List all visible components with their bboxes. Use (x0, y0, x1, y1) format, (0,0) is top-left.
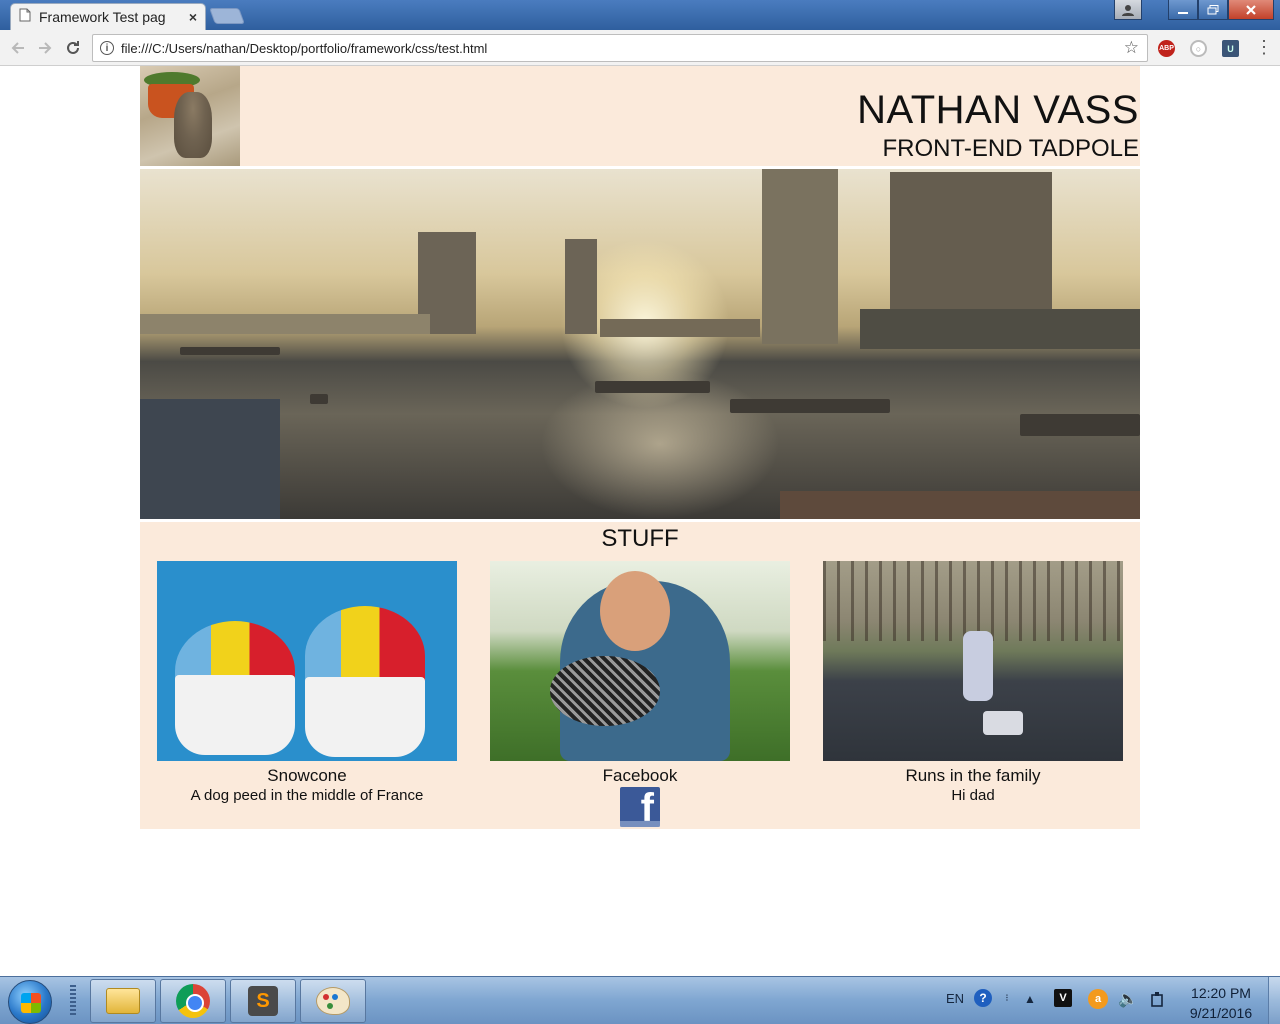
show-desktop-button[interactable] (1268, 977, 1280, 1024)
chrome-icon[interactable] (160, 979, 226, 1023)
browser-title-bar: Framework Test pag × (0, 0, 1280, 30)
v-app-tray-icon[interactable]: V (1054, 989, 1072, 1007)
taskbar-grip[interactable] (70, 985, 76, 1017)
address-bar[interactable]: i file:///C:/Users/nathan/Desktop/portfo… (92, 34, 1148, 62)
language-indicator[interactable]: EN (946, 991, 964, 1006)
adblock-plus-icon[interactable]: ABP (1158, 40, 1175, 57)
card-caption: Runs in the family (905, 766, 1041, 785)
page-icon (19, 8, 31, 27)
start-button[interactable] (8, 980, 52, 1024)
card-subtitle: A dog peed in the middle of France (190, 787, 424, 804)
bookmark-star-icon[interactable]: ☆ (1124, 38, 1139, 58)
person-holding-chicken-image (490, 561, 790, 761)
help-icon[interactable]: ? (974, 989, 992, 1007)
sublime-text-icon[interactable]: S (230, 979, 296, 1023)
restore-window-button[interactable] (1198, 0, 1228, 20)
windows-taskbar: S EN ? ⁝ ▲ V a 🔈 12:20 PM 9/21/2016 (0, 976, 1280, 1024)
info-icon[interactable]: i (100, 41, 114, 55)
clock[interactable]: 12:20 PM 9/21/2016 (1178, 983, 1264, 1023)
card-facebook: Facebook f (490, 561, 790, 832)
network-icon[interactable] (1148, 989, 1168, 1009)
url-text[interactable]: file:///C:/Users/nathan/Desktop/portfoli… (121, 41, 487, 56)
site-header: NATHAN VASS FRONT-END TADPOLE (140, 66, 1140, 166)
card-snowcone: Snowcone A dog peed in the middle of Fra… (157, 561, 457, 806)
tab-title: Framework Test pag (39, 9, 166, 25)
forward-icon[interactable] (35, 38, 55, 58)
extension-square-icon[interactable]: U (1222, 40, 1239, 57)
site-tagline: FRONT-END TADPOLE (882, 135, 1139, 162)
show-hidden-icons-icon[interactable]: ▲ (1022, 991, 1038, 1007)
cat-logo-image (140, 66, 240, 166)
stuff-section: STUFF Snowcone A dog peed in the middle … (140, 522, 1140, 832)
input-options-icon[interactable]: ⁝ (1002, 987, 1012, 1009)
section-title: STUFF (601, 525, 679, 552)
facebook-icon[interactable]: f (620, 786, 660, 830)
river-skyline-banner-image (140, 169, 1140, 519)
reload-icon[interactable] (63, 38, 83, 58)
card-caption: Snowcone (267, 766, 347, 785)
card-runs-in-family: Runs in the family Hi dad (823, 561, 1123, 806)
close-window-button[interactable] (1228, 0, 1274, 20)
avast-tray-icon[interactable]: a (1088, 989, 1108, 1009)
clock-time: 12:20 PM (1191, 985, 1251, 1001)
browser-menu-icon[interactable]: ⋮ (1255, 37, 1273, 58)
clock-date: 9/21/2016 (1189, 1005, 1253, 1021)
minimize-window-button[interactable] (1168, 0, 1198, 20)
paint-icon[interactable] (300, 979, 366, 1023)
site-name: NATHAN VASS (857, 88, 1139, 132)
windows-logo-icon (21, 993, 41, 1013)
back-icon[interactable] (8, 38, 28, 58)
browser-tab[interactable]: Framework Test pag × (10, 3, 206, 30)
extension-circle-icon[interactable]: ○ (1190, 40, 1207, 57)
user-profile-icon[interactable] (1114, 0, 1142, 20)
close-tab-icon[interactable]: × (189, 9, 197, 25)
browser-toolbar: i file:///C:/Users/nathan/Desktop/portfo… (0, 30, 1280, 66)
new-tab-button[interactable] (209, 8, 245, 24)
man-in-driveway-image (823, 561, 1123, 761)
card-caption: Facebook (602, 766, 678, 785)
volume-icon[interactable]: 🔈 (1118, 989, 1138, 1009)
page-container: NATHAN VASS FRONT-END TADPOLE STUFF Snow… (140, 66, 1140, 832)
card-subtitle: Hi dad (951, 787, 995, 804)
windows-explorer-icon[interactable] (90, 979, 156, 1023)
snowcone-image (157, 561, 457, 761)
